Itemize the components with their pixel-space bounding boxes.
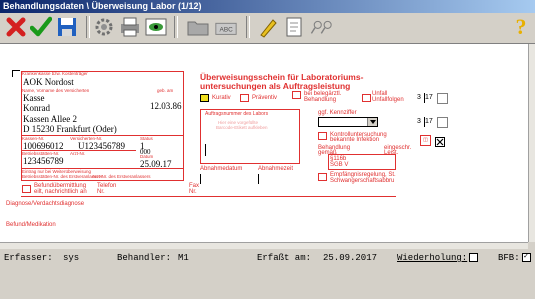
zoom-icon[interactable] <box>310 15 334 39</box>
kontroll-checkbox[interactable] <box>318 132 327 140</box>
city[interactable]: D 15230 Frankfurt (Oder) <box>23 124 117 134</box>
auftrag-box[interactable] <box>200 109 300 164</box>
empf-label-2: Schwangerschaftsabbru <box>330 178 395 184</box>
insurance-label: Krankenkasse bzw. Kostenträger <box>22 71 88 76</box>
abnahmedatum-label: Abnahmedatum <box>200 166 243 172</box>
entry-sub1: Betriebsstätten-Nr. des Erstveranlassers <box>22 174 103 179</box>
corner-mark <box>12 70 20 77</box>
bfb-checkbox[interactable]: ✓ <box>521 253 531 263</box>
bfb-label: BFB: <box>498 253 520 263</box>
checkmark-icon[interactable] <box>29 15 53 39</box>
belegarzt-label-2: Behandlung <box>304 97 337 103</box>
save-icon[interactable] <box>55 15 79 39</box>
form-header-2: untersuchungen als Auftragsleistung <box>200 81 351 91</box>
entry-sub2: Arzt-Nr. des Erstveranlassers <box>92 174 151 179</box>
betriebsstaetten-nr[interactable]: 123456789 <box>23 156 64 166</box>
abc-icon[interactable]: ABC <box>214 15 238 39</box>
street[interactable]: Kassen Allee 2 <box>23 114 77 124</box>
praeventiv-label: Präventiv <box>252 95 278 101</box>
empf-checkbox[interactable] <box>318 173 327 181</box>
fax-nr: Nr. <box>189 189 197 195</box>
erfasser-value: sys <box>63 253 80 263</box>
kennziffer-dropdown[interactable] <box>318 117 378 127</box>
form-canvas: Krankenkasse bzw. Kostenträger AOK Nordo… <box>0 44 528 242</box>
erfasser-label: Erfasser: <box>4 253 53 263</box>
help-icon[interactable]: ? <box>509 14 533 39</box>
settings-icon[interactable] <box>92 15 116 39</box>
kontroll-label-2: bekannte Infektion <box>330 137 380 143</box>
kurativ-label: Kurativ <box>212 95 231 101</box>
svg-text:ABC: ABC <box>220 27 234 34</box>
erfasst-label: Erfaßt am: <box>257 253 312 263</box>
praeventiv-checkbox[interactable] <box>240 94 249 102</box>
insurance-value[interactable]: AOK Nordost <box>23 77 74 87</box>
telefon-nr: Nr. <box>97 189 105 195</box>
arzt-nr-label: Arzt-Nr. <box>70 151 86 156</box>
year-1[interactable]: 17 <box>425 94 433 101</box>
last-name[interactable]: Kasse <box>23 93 45 103</box>
unfall-label-2: Unfallfolgen <box>372 97 404 103</box>
birth-date[interactable]: 12.03.86 <box>150 101 182 111</box>
folder-icon[interactable] <box>186 15 210 39</box>
close-icon[interactable] <box>4 15 28 39</box>
year-2[interactable]: 17 <box>425 118 433 125</box>
first-name[interactable]: Konrad <box>23 103 50 113</box>
wiederholung-field[interactable]: Wiederholung: <box>397 253 479 263</box>
belegarzt-checkbox[interactable] <box>292 91 301 99</box>
wiederholung-label: Wiederholung: <box>397 253 468 263</box>
delete-icon[interactable] <box>435 134 445 152</box>
kurativ-checkbox[interactable] <box>200 94 209 102</box>
document-icon[interactable] <box>282 15 306 39</box>
abnahmezeit-label: Abnahmezeit <box>258 166 294 172</box>
unfall-checkbox[interactable] <box>362 94 371 102</box>
status-bar: Erfasser: sys Behandler: M1 Erfaßt am: 2… <box>0 249 535 299</box>
stamp-icon[interactable]: ◫ <box>420 135 431 146</box>
print-icon[interactable] <box>118 15 142 39</box>
kennziffer-label: ggf. Kennziffer <box>318 110 357 116</box>
vertical-scrollbar[interactable] <box>528 44 535 242</box>
toolbar: ABC ? <box>0 13 535 44</box>
quarter-1[interactable]: 3 <box>417 94 421 101</box>
behandler-label: Behandler: <box>117 253 172 263</box>
befund-med-label: Befund/Medikation <box>6 222 56 228</box>
erfasst-value: 25.09.2017 <box>323 253 378 263</box>
befund-sub: eilt, nachrichtlich an <box>34 189 87 195</box>
diagnose-label: Diagnose/Verdachtsdiagnose <box>6 201 85 207</box>
auftrag-hint-2: Barcode-Etikett aufkleben <box>216 125 268 130</box>
behandler-value: M1 <box>178 253 189 263</box>
birth-label: geb. am <box>157 88 174 93</box>
edit-icon[interactable] <box>256 15 280 39</box>
bfb-field[interactable]: BFB: ✓ <box>498 253 531 263</box>
quarter-2[interactable]: 3 <box>417 118 421 125</box>
befund-checkbox[interactable] <box>22 185 31 193</box>
preview-icon[interactable] <box>144 15 168 39</box>
wiederholung-checkbox[interactable] <box>469 253 479 263</box>
auftrag-label: Auftragsnummer des Labors <box>205 111 269 117</box>
window-title: Behandlungsdaten \ Überweisung Labor (1/… <box>0 0 535 13</box>
chevron-down-icon[interactable] <box>367 118 377 126</box>
